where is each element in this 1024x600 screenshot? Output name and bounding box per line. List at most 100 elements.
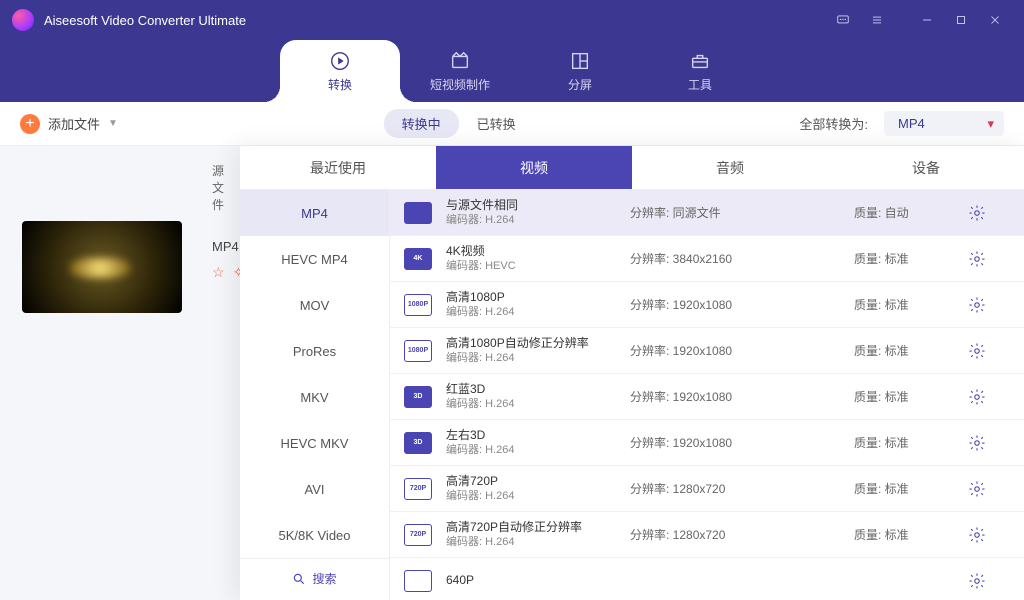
format-item[interactable]: HEVC MP4 bbox=[240, 236, 389, 282]
format-item[interactable]: AVI bbox=[240, 466, 389, 512]
star-icon[interactable]: ☆ bbox=[212, 264, 225, 281]
divider bbox=[894, 0, 910, 40]
preset-encoder: 编码器: H.264 bbox=[446, 443, 616, 457]
preset-settings-button[interactable] bbox=[968, 480, 986, 498]
convert-all-label: 全部转换为: bbox=[799, 114, 868, 133]
tab-collage[interactable]: 分屏 bbox=[520, 40, 640, 102]
preset-resolution: 分辨率: 1920x1080 bbox=[630, 342, 840, 359]
preset-encoder: 编码器: HEVC bbox=[446, 259, 616, 273]
tab-label: 短视频制作 bbox=[430, 76, 490, 93]
preset-row[interactable]: 1080P高清1080P自动修正分辨率编码器: H.264分辨率: 1920x1… bbox=[390, 328, 1024, 374]
maximize-icon[interactable] bbox=[944, 0, 978, 40]
preset-format-icon bbox=[404, 570, 432, 592]
preset-row[interactable]: 720P 高清720P编码器: H.264 分辨率: 1280x720 质量: 标准 bbox=[390, 466, 1024, 512]
preset-text: 左右3D编码器: H.264 bbox=[446, 428, 616, 458]
preset-text: 红蓝3D编码器: H.264 bbox=[446, 382, 616, 412]
format-item[interactable]: MOV bbox=[240, 282, 389, 328]
preset-resolution: 分辨率: 1280x720 bbox=[630, 480, 840, 497]
preset-title: 640P bbox=[446, 573, 616, 589]
preset-resolution: 分辨率: 3840x2160 bbox=[630, 250, 840, 267]
preset-title: 4K视频 bbox=[446, 244, 616, 260]
search-icon bbox=[292, 572, 306, 586]
preset-quality: 质量: 自动 bbox=[854, 204, 954, 221]
preset-settings-button[interactable] bbox=[968, 526, 986, 544]
preset-settings-button[interactable] bbox=[968, 250, 986, 268]
preset-row[interactable]: 3D左右3D编码器: H.264分辨率: 1920x1080质量: 标准 bbox=[390, 420, 1024, 466]
preset-format-icon: 720P bbox=[404, 478, 432, 500]
source-file-heading: 源文件 bbox=[22, 162, 230, 213]
preset-row[interactable]: 640P bbox=[390, 558, 1024, 600]
preset-title: 与源文件相同 bbox=[446, 198, 616, 214]
search-label: 搜索 bbox=[312, 570, 336, 587]
format-item[interactable]: MKV bbox=[240, 374, 389, 420]
panel-tab-video[interactable]: 视频 bbox=[436, 146, 632, 189]
subbar: + 添加文件 ▼ 转换中 已转换 全部转换为: MP4 bbox=[0, 102, 1024, 146]
video-thumbnail[interactable] bbox=[22, 221, 182, 313]
format-item[interactable]: HEVC MKV bbox=[240, 420, 389, 466]
preset-text: 640P bbox=[446, 573, 616, 589]
preset-title: 高清720P bbox=[446, 474, 616, 490]
preset-row[interactable]: 720P高清720P自动修正分辨率编码器: H.264分辨率: 1280x720… bbox=[390, 512, 1024, 558]
format-item[interactable]: 5K/8K Video bbox=[240, 512, 389, 558]
preset-settings-button[interactable] bbox=[968, 572, 986, 590]
preset-settings-button[interactable] bbox=[968, 434, 986, 452]
preset-format-icon: 4K bbox=[404, 248, 432, 270]
mv-icon bbox=[449, 50, 471, 72]
format-item[interactable]: ProRes bbox=[240, 328, 389, 374]
menu-icon[interactable] bbox=[860, 0, 894, 40]
preset-text: 高清1080P自动修正分辨率编码器: H.264 bbox=[446, 336, 616, 366]
panel-tab-device[interactable]: 设备 bbox=[828, 146, 1024, 189]
file-column: 源文件 MP4 ☆ ✧ bbox=[0, 146, 240, 600]
panel-tabs: 最近使用 视频 音频 设备 bbox=[240, 146, 1024, 190]
preset-resolution: 分辨率: 1280x720 bbox=[630, 526, 840, 543]
format-search[interactable]: 搜索 bbox=[240, 558, 389, 598]
file-format-label: MP4 bbox=[212, 239, 230, 254]
preset-quality: 质量: 标准 bbox=[854, 480, 954, 497]
content: 源文件 MP4 ☆ ✧ 最近使用 视频 音频 设备 MP4HEVC MP4MOV… bbox=[0, 146, 1024, 600]
collage-icon bbox=[569, 50, 591, 72]
preset-encoder: 编码器: H.264 bbox=[446, 351, 616, 365]
preset-text: 与源文件相同编码器: H.264 bbox=[446, 198, 616, 228]
preset-encoder: 编码器: H.264 bbox=[446, 213, 616, 227]
preset-title: 左右3D bbox=[446, 428, 616, 444]
tab-mv[interactable]: 短视频制作 bbox=[400, 40, 520, 102]
tab-label: 工具 bbox=[688, 76, 712, 93]
tab-converting[interactable]: 转换中 bbox=[384, 109, 459, 138]
message-icon[interactable] bbox=[826, 0, 860, 40]
preset-row[interactable]: 3D红蓝3D编码器: H.264分辨率: 1920x1080质量: 标准 bbox=[390, 374, 1024, 420]
app-logo-icon bbox=[12, 9, 34, 31]
plus-icon: + bbox=[20, 114, 40, 134]
output-format-select[interactable]: MP4 bbox=[884, 111, 1004, 136]
preset-settings-button[interactable] bbox=[968, 342, 986, 360]
panel-tab-recent[interactable]: 最近使用 bbox=[240, 146, 436, 189]
toolbox-icon bbox=[689, 50, 711, 72]
add-files-button[interactable]: + 添加文件 ▼ bbox=[20, 114, 118, 134]
preset-settings-button[interactable] bbox=[968, 296, 986, 314]
preset-encoder: 编码器: H.264 bbox=[446, 535, 616, 549]
preset-settings-button[interactable] bbox=[968, 388, 986, 406]
preset-quality: 质量: 标准 bbox=[854, 296, 954, 313]
preset-list[interactable]: 与源文件相同编码器: H.264分辨率: 同源文件质量: 自动4K4K视频编码器… bbox=[390, 190, 1024, 600]
preset-row[interactable]: 与源文件相同编码器: H.264 分辨率: 同源文件质量: 自动 bbox=[390, 190, 1024, 236]
preset-quality: 质量: 标准 bbox=[854, 526, 954, 543]
panel-tab-audio[interactable]: 音频 bbox=[632, 146, 828, 189]
tab-toolbox[interactable]: 工具 bbox=[640, 40, 760, 102]
tab-converted[interactable]: 已转换 bbox=[459, 109, 534, 138]
preset-row[interactable]: 1080P高清1080P编码器: H.264分辨率: 1920x1080质量: … bbox=[390, 282, 1024, 328]
preset-title: 高清720P自动修正分辨率 bbox=[446, 520, 616, 536]
minimize-icon[interactable] bbox=[910, 0, 944, 40]
format-item[interactable]: MP4 bbox=[240, 190, 389, 236]
preset-title: 红蓝3D bbox=[446, 382, 616, 398]
preset-resolution: 分辨率: 同源文件 bbox=[630, 204, 840, 221]
preset-quality: 质量: 标准 bbox=[854, 388, 954, 405]
close-icon[interactable] bbox=[978, 0, 1012, 40]
preset-settings-button[interactable] bbox=[968, 204, 986, 222]
tab-convert[interactable]: 转换 bbox=[280, 40, 400, 102]
preset-row[interactable]: 4K 4K视频编码器: HEVC 分辨率: 3840x2160 质量: 标准 bbox=[390, 236, 1024, 282]
format-sidebar: MP4HEVC MP4MOVProResMKVHEVC MKVAVI5K/8K … bbox=[240, 190, 390, 600]
preset-format-icon: 1080P bbox=[404, 294, 432, 316]
preset-encoder: 编码器: H.264 bbox=[446, 489, 616, 503]
preset-resolution: 分辨率: 1920x1080 bbox=[630, 296, 840, 313]
preset-title: 高清1080P bbox=[446, 290, 616, 306]
preset-quality: 质量: 标准 bbox=[854, 250, 954, 267]
